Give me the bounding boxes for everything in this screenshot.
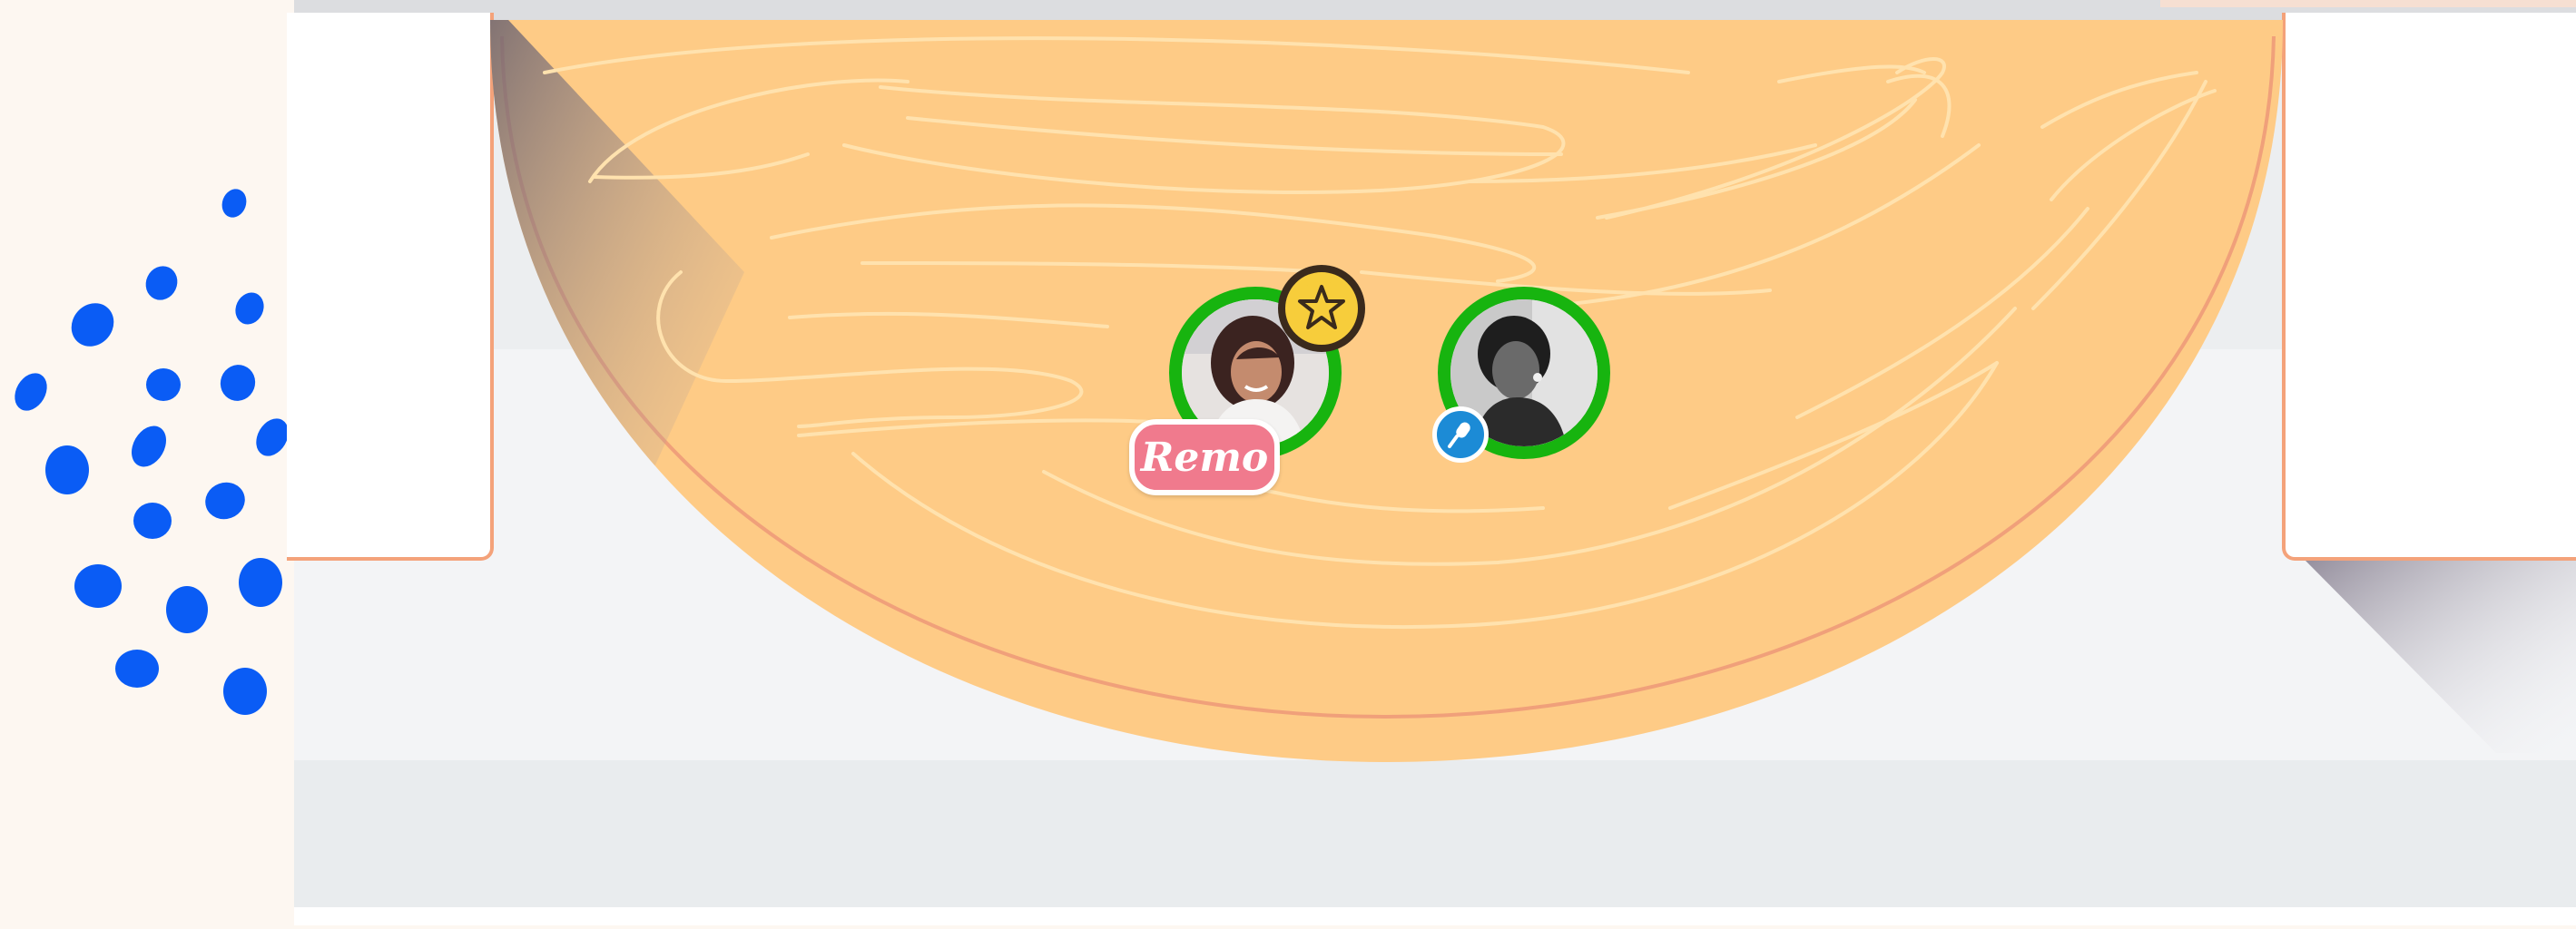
speaking-badge	[1432, 406, 1489, 463]
name-tag-text: Remo	[1140, 434, 1269, 481]
star-icon	[1294, 281, 1349, 336]
microphone-icon	[1448, 422, 1470, 448]
conference-table[interactable]	[0, 0, 2576, 925]
host-star-badge	[1278, 265, 1365, 352]
name-tag: Remo	[1129, 419, 1280, 495]
